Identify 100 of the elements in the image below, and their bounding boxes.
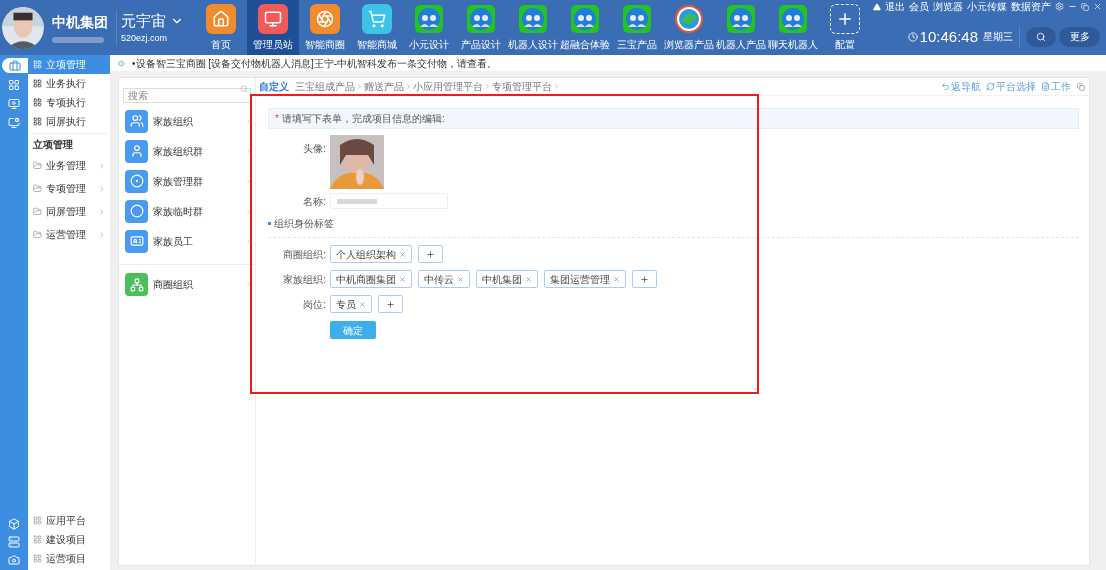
action-link[interactable]: 平台选择 — [986, 79, 1036, 94]
nav-tab[interactable]: 产品设计 — [455, 0, 507, 55]
top-link[interactable]: 浏览器 — [933, 0, 963, 14]
top-link[interactable]: 会员 — [909, 0, 929, 14]
chevron-icon — [245, 147, 252, 155]
grid-icon[interactable] — [8, 78, 20, 91]
camera-icon[interactable] — [8, 554, 20, 566]
weekday-text: 星期三 — [983, 30, 1013, 45]
undo-icon — [941, 82, 950, 91]
plus-icon — [386, 299, 395, 309]
search-icon — [1036, 31, 1046, 42]
nav-tab[interactable]: 管理员站 — [247, 0, 299, 55]
sidebar-item[interactable]: 建设项目 — [28, 530, 110, 549]
sidebar-item[interactable]: 立项管理 — [28, 55, 110, 74]
sidebar-group[interactable]: 同屏管理 — [28, 200, 110, 223]
monitor-icon[interactable] — [8, 97, 20, 110]
server-icon[interactable] — [8, 536, 20, 548]
nav-tab[interactable]: 机器人产品 — [715, 0, 767, 55]
globe-people-icon — [570, 4, 600, 34]
grid-icon — [33, 98, 42, 107]
add-tag-button[interactable] — [378, 295, 403, 313]
sidebar-item[interactable]: 应用平台 — [28, 511, 110, 530]
briefcase-icon[interactable] — [9, 59, 21, 72]
remove-icon[interactable] — [399, 250, 406, 258]
nav-tab[interactable]: 配置 — [819, 0, 871, 55]
domain-text: 520ezj.com — [121, 32, 169, 45]
remove-icon[interactable] — [457, 275, 464, 283]
org-list-item[interactable]: 家族员工 — [119, 226, 255, 256]
chevron-icon — [405, 83, 412, 90]
chevron-icon — [553, 83, 560, 90]
plus-icon — [426, 249, 435, 259]
settings-icon[interactable] — [1055, 2, 1064, 11]
plus-icon — [830, 4, 860, 34]
top-link[interactable]: 退出 — [885, 0, 905, 14]
grid-icon — [33, 516, 42, 525]
grid-icon — [33, 535, 42, 544]
monitor-icon[interactable] — [8, 116, 20, 129]
org-list-item[interactable]: 家族组织群 — [119, 136, 255, 166]
breadcrumb-item[interactable]: 赠送产品 — [364, 79, 404, 94]
tag: 个人组织架构 — [330, 245, 412, 263]
sidebar-item[interactable]: 同屏执行 — [28, 112, 110, 131]
nav-tab[interactable]: 聊天机器人 — [767, 0, 819, 55]
nav-tab[interactable]: 三宝产品 — [611, 0, 663, 55]
top-link[interactable]: 数据资产 — [1011, 0, 1051, 14]
globe-people-icon — [622, 4, 652, 34]
breadcrumb-item[interactable]: 三宝组成产品 — [295, 79, 355, 94]
window-icon[interactable] — [1077, 82, 1085, 91]
chevron-icon — [245, 281, 252, 288]
folder-icon — [33, 230, 42, 239]
search-button[interactable] — [1026, 26, 1056, 47]
remove-icon[interactable] — [399, 275, 406, 283]
remove-icon[interactable] — [525, 275, 532, 283]
tag: 集团运营管理 — [544, 270, 626, 288]
nav-tab[interactable]: 首页 — [195, 0, 247, 55]
sidebar-item[interactable]: 运营项目 — [28, 549, 110, 568]
action-link[interactable]: 返导航 — [941, 79, 981, 94]
more-button[interactable]: 更多 — [1059, 26, 1100, 47]
field-label: 家族组织: — [282, 272, 327, 287]
remove-icon[interactable] — [613, 275, 620, 283]
sidebar-group[interactable]: 业务管理 — [28, 154, 110, 177]
product-name: 元宇宙 — [121, 10, 166, 31]
plus-icon — [640, 274, 649, 284]
sidebar-group[interactable]: 专项管理 — [28, 177, 110, 200]
cube-icon[interactable] — [8, 518, 20, 530]
folder-icon — [33, 161, 42, 170]
triangle-icon[interactable] — [873, 2, 881, 11]
sidebar-section-title: 立项管理 — [32, 137, 74, 152]
top-link[interactable]: 小元传媒 — [967, 0, 1007, 14]
globe-people-icon — [518, 4, 548, 34]
org-list-item[interactable]: 家族组织 — [119, 106, 255, 136]
sidebar-item[interactable]: 专项执行 — [28, 93, 110, 112]
nav-tab[interactable]: 小元设计 — [403, 0, 455, 55]
org-list-item[interactable]: 家族临时群 — [119, 196, 255, 226]
restore-icon[interactable] — [1081, 2, 1089, 11]
org-list-item[interactable]: 家族管理群 — [119, 166, 255, 196]
section-title: 组织身份标签 — [274, 217, 334, 231]
nav-tab[interactable]: 智能商城 — [351, 0, 403, 55]
add-tag-button[interactable] — [418, 245, 443, 263]
chevron-icon — [245, 117, 252, 125]
sidebar-group[interactable]: 运营管理 — [28, 223, 110, 246]
close-icon[interactable] — [1093, 2, 1102, 11]
name-field[interactable] — [330, 193, 448, 209]
nav-tab[interactable]: 超融合体验 — [559, 0, 611, 55]
add-tag-button[interactable] — [632, 270, 657, 288]
folder-icon — [33, 207, 42, 216]
tag: 中传云 — [418, 270, 470, 288]
breadcrumb-item[interactable]: 小应用管理平台 — [413, 79, 483, 94]
remove-icon[interactable] — [359, 300, 366, 308]
nav-tab[interactable]: 浏览器产品 — [663, 0, 715, 55]
action-link[interactable]: 工作 — [1041, 79, 1071, 94]
tag: 专员 — [330, 295, 372, 313]
nav-tab[interactable]: 机器人设计 — [507, 0, 559, 55]
globe-people-icon — [778, 4, 808, 34]
breadcrumb-item[interactable]: 专项管理平台 — [492, 79, 552, 94]
search-field[interactable]: 搜索 — [123, 88, 251, 103]
refresh-icon — [986, 82, 995, 91]
tag: 中机集团 — [476, 270, 538, 288]
sidebar-item[interactable]: 业务执行 — [28, 74, 110, 93]
breadcrumb-root[interactable]: 自定义 — [259, 79, 289, 94]
nav-tab[interactable]: 智能商圈 — [299, 0, 351, 55]
